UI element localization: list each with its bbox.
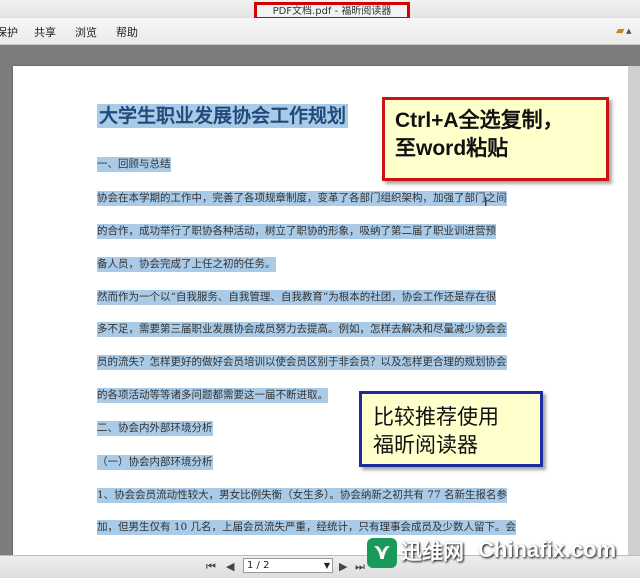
previous-page-icon[interactable]: ◀ <box>226 560 234 573</box>
callout-recommend-line2: 福昕阅读器 <box>373 433 478 457</box>
doc-line-8: 的各项活动等等诸多问题都需要这一届不断进取。 <box>97 388 328 403</box>
menu-item-view[interactable]: 浏览 <box>75 24 97 40</box>
doc-line-10: （一）协会内部环境分析 <box>97 455 213 470</box>
page-number-input[interactable]: 1 / 2 ▼ <box>243 558 333 573</box>
page-indicator: 1 / 2 <box>247 560 270 571</box>
scroll-up-icon[interactable]: ▴ <box>626 24 640 37</box>
watermark: ⋎ 迅维网 Office Chinafix.com <box>360 534 640 577</box>
doc-line-12: 加，但男生仅有 10 几名，上届会员流失严重，经统计，只有理事会成员及少数人留下… <box>97 520 517 535</box>
doc-line-2: 协会在本学期的工作中，完善了各项规章制度，变革了各部门组织架构，加强了部门之间 <box>97 191 507 206</box>
first-page-icon[interactable]: ⏮ <box>206 560 216 574</box>
doc-line-11: 1、协会会员流动性较大，男女比例失衡（女生多）。协会纳新之初共有 77 名新生报… <box>97 488 507 503</box>
text-cursor-icon: I <box>484 195 488 209</box>
doc-line-1: 一、回顾与总结 <box>97 157 171 172</box>
chevron-down-icon[interactable]: ▼ <box>324 559 330 572</box>
callout-copy-line2: 至word粘贴 <box>395 137 509 160</box>
document-title: 大学生职业发展协会工作规划 <box>97 104 349 128</box>
doc-line-9: 二、协会内外部环境分析 <box>97 421 213 436</box>
watermark-brand-en: Chinafix.com <box>478 537 617 562</box>
doc-line-7: 员的流失？怎样更好的做好会员培训以使会员区别于非会员？以及怎样更合理的规划协会 <box>97 355 507 370</box>
doc-line-3: 的合作，成功举行了职协各种活动，树立了职协的形象，吸纳了第二届了职业训进营预 <box>97 224 496 239</box>
menu-item-help[interactable]: 帮助 <box>116 24 138 40</box>
callout-recommend-reader: 比较推荐使用 福昕阅读器 <box>359 391 543 467</box>
doc-line-5: 然而作为一个以“自我服务、自我管理、自我教育”为根本的社团，协会工作还是存在很 <box>97 290 497 305</box>
menu-item-protect[interactable]: 保护 <box>0 24 18 40</box>
callout-copy-instructions: Ctrl+A全选复制， 至word粘贴 <box>382 97 609 181</box>
menu-item-share[interactable]: 共享 <box>34 24 56 40</box>
watermark-logo-icon: ⋎ <box>367 538 397 568</box>
watermark-brand-cn: 迅维网 <box>401 540 464 564</box>
doc-line-6: 多不足，需要第三届职业发展协会成员努力去提高。例如，怎样去解决和尽量减少协会会 <box>97 322 507 337</box>
menu-bar: 保护 共享 浏览 帮助 ▰ ▴ <box>0 18 640 45</box>
next-page-icon[interactable]: ▶ <box>339 560 347 573</box>
vertical-scrollbar[interactable] <box>628 66 640 556</box>
callout-recommend-line1: 比较推荐使用 <box>373 405 499 429</box>
callout-copy-line1: Ctrl+A全选复制， <box>395 109 564 132</box>
doc-line-4: 备人员，协会完成了上任之初的任务。 <box>97 257 276 272</box>
